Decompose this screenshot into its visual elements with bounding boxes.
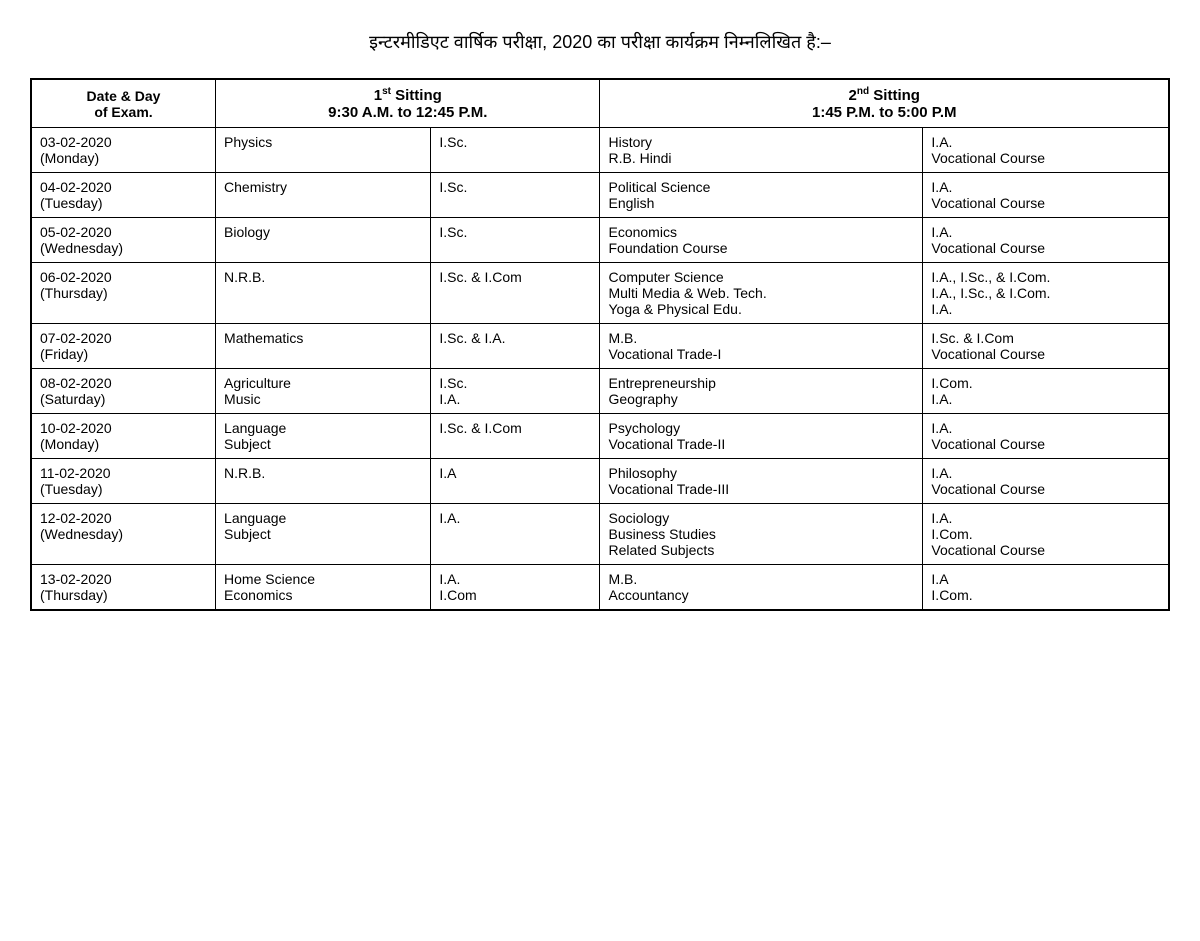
cell-sitting1-subjects: N.R.B. xyxy=(216,459,431,504)
cell-date: 07-02-2020(Friday) xyxy=(31,324,216,369)
cell-sitting1-courses: I.A. xyxy=(431,504,600,565)
cell-sitting1-subjects: LanguageSubject xyxy=(216,414,431,459)
cell-sitting2-courses: I.A.Vocational Course xyxy=(923,218,1169,263)
header-sitting1: 1st Sitting 9:30 A.M. to 12:45 P.M. xyxy=(216,79,600,128)
cell-date: 11-02-2020(Tuesday) xyxy=(31,459,216,504)
cell-sitting1-courses: I.Sc. & I.Com xyxy=(431,263,600,324)
table-row: 08-02-2020(Saturday)AgricultureMusicI.Sc… xyxy=(31,369,1169,414)
cell-sitting1-courses: I.Sc. xyxy=(431,173,600,218)
cell-sitting2-courses: I.A., I.Sc., & I.Com.I.A., I.Sc., & I.Co… xyxy=(923,263,1169,324)
cell-sitting2-courses: I.A.Vocational Course xyxy=(923,173,1169,218)
table-row: 03-02-2020(Monday)PhysicsI.Sc.HistoryR.B… xyxy=(31,128,1169,173)
table-row: 07-02-2020(Friday)MathematicsI.Sc. & I.A… xyxy=(31,324,1169,369)
cell-sitting2-courses: I.AI.Com. xyxy=(923,565,1169,611)
cell-date: 03-02-2020(Monday) xyxy=(31,128,216,173)
table-row: 11-02-2020(Tuesday)N.R.B.I.APhilosophyVo… xyxy=(31,459,1169,504)
cell-sitting1-courses: I.A xyxy=(431,459,600,504)
cell-sitting2-subjects: HistoryR.B. Hindi xyxy=(600,128,923,173)
sitting1-time: 9:30 A.M. to 12:45 P.M. xyxy=(328,104,487,121)
cell-sitting2-subjects: M.B.Vocational Trade-I xyxy=(600,324,923,369)
cell-sitting1-subjects: Mathematics xyxy=(216,324,431,369)
cell-date: 12-02-2020(Wednesday) xyxy=(31,504,216,565)
cell-sitting1-subjects: Home ScienceEconomics xyxy=(216,565,431,611)
table-row: 06-02-2020(Thursday)N.R.B.I.Sc. & I.ComC… xyxy=(31,263,1169,324)
cell-sitting1-courses: I.A.I.Com xyxy=(431,565,600,611)
sitting2-time: 1:45 P.M. to 5:00 P.M xyxy=(812,104,957,121)
cell-sitting2-courses: I.A.Vocational Course xyxy=(923,414,1169,459)
cell-date: 08-02-2020(Saturday) xyxy=(31,369,216,414)
cell-date: 10-02-2020(Monday) xyxy=(31,414,216,459)
cell-sitting1-courses: I.Sc. xyxy=(431,218,600,263)
sitting1-sup: st xyxy=(382,86,391,97)
header-date-line2: of Exam. xyxy=(94,104,152,120)
cell-sitting1-courses: I.Sc. & I.A. xyxy=(431,324,600,369)
cell-sitting1-subjects: Physics xyxy=(216,128,431,173)
cell-sitting2-courses: I.Com.I.A. xyxy=(923,369,1169,414)
table-container: Date & Day of Exam. 1st Sitting 9:30 A.M… xyxy=(30,78,1170,611)
header-date: Date & Day of Exam. xyxy=(31,79,216,128)
table-row: 10-02-2020(Monday)LanguageSubjectI.Sc. &… xyxy=(31,414,1169,459)
cell-sitting1-courses: I.Sc. xyxy=(431,128,600,173)
cell-date: 04-02-2020(Tuesday) xyxy=(31,173,216,218)
cell-date: 13-02-2020(Thursday) xyxy=(31,565,216,611)
table-row: 13-02-2020(Thursday)Home ScienceEconomic… xyxy=(31,565,1169,611)
cell-sitting1-subjects: N.R.B. xyxy=(216,263,431,324)
cell-sitting1-subjects: Biology xyxy=(216,218,431,263)
cell-sitting1-courses: I.Sc. & I.Com xyxy=(431,414,600,459)
cell-sitting2-courses: I.A.Vocational Course xyxy=(923,459,1169,504)
cell-sitting1-courses: I.Sc.I.A. xyxy=(431,369,600,414)
cell-sitting2-subjects: M.B.Accountancy xyxy=(600,565,923,611)
cell-sitting2-subjects: Computer ScienceMulti Media & Web. Tech.… xyxy=(600,263,923,324)
cell-date: 06-02-2020(Thursday) xyxy=(31,263,216,324)
cell-sitting2-courses: I.Sc. & I.ComVocational Course xyxy=(923,324,1169,369)
cell-sitting1-subjects: LanguageSubject xyxy=(216,504,431,565)
cell-sitting2-subjects: EntrepreneurshipGeography xyxy=(600,369,923,414)
cell-sitting2-subjects: EconomicsFoundation Course xyxy=(600,218,923,263)
cell-sitting1-subjects: AgricultureMusic xyxy=(216,369,431,414)
sitting2-sup: nd xyxy=(857,86,869,97)
table-row: 05-02-2020(Wednesday)BiologyI.Sc.Economi… xyxy=(31,218,1169,263)
sitting2-number: 2 xyxy=(849,87,857,104)
cell-sitting2-courses: I.A.I.Com.Vocational Course xyxy=(923,504,1169,565)
cell-sitting1-subjects: Chemistry xyxy=(216,173,431,218)
table-row: 12-02-2020(Wednesday)LanguageSubjectI.A.… xyxy=(31,504,1169,565)
page-title: इन्टरमीडिएट वार्षिक परीक्षा, 2020 का परी… xyxy=(20,30,1180,54)
exam-schedule-table: Date & Day of Exam. 1st Sitting 9:30 A.M… xyxy=(30,78,1170,611)
cell-sitting2-subjects: Political ScienceEnglish xyxy=(600,173,923,218)
cell-sitting2-courses: I.A.Vocational Course xyxy=(923,128,1169,173)
sitting1-label: Sitting xyxy=(391,87,442,104)
cell-sitting2-subjects: PsychologyVocational Trade-II xyxy=(600,414,923,459)
cell-sitting2-subjects: SociologyBusiness StudiesRelated Subject… xyxy=(600,504,923,565)
sitting2-label: Sitting xyxy=(869,87,920,104)
cell-sitting2-subjects: PhilosophyVocational Trade-III xyxy=(600,459,923,504)
table-row: 04-02-2020(Tuesday)ChemistryI.Sc.Politic… xyxy=(31,173,1169,218)
sitting1-number: 1 xyxy=(374,87,382,104)
header-date-line1: Date & Day xyxy=(87,88,161,104)
cell-date: 05-02-2020(Wednesday) xyxy=(31,218,216,263)
header-sitting2: 2nd Sitting 1:45 P.M. to 5:00 P.M xyxy=(600,79,1169,128)
